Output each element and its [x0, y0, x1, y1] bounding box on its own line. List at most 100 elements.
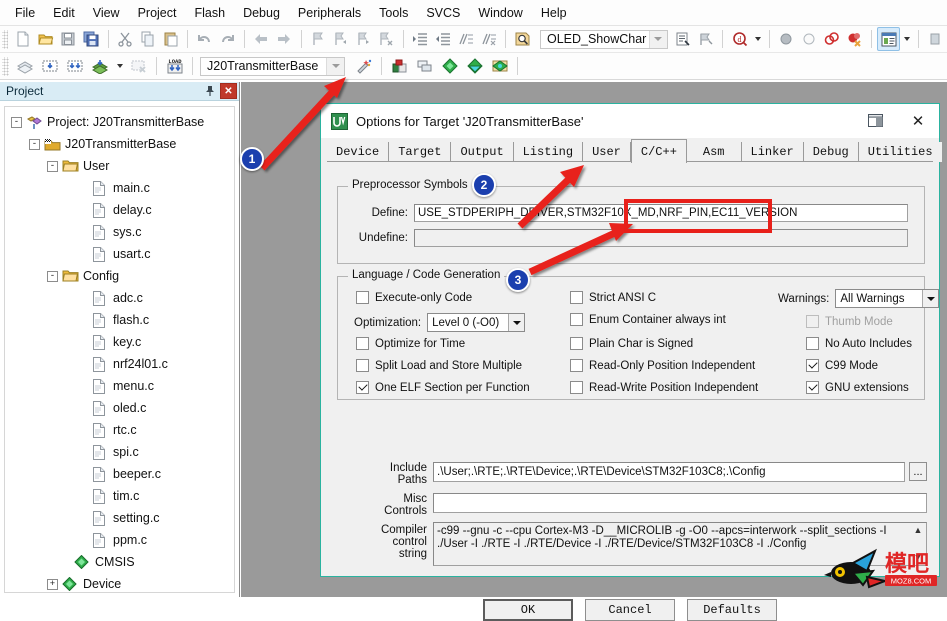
- batch-build-dropdown[interactable]: [112, 54, 126, 78]
- paste-button[interactable]: [159, 27, 182, 51]
- tab-listing[interactable]: Listing: [513, 142, 584, 162]
- cancel-button[interactable]: Cancel: [585, 599, 675, 621]
- open-file-button[interactable]: [34, 27, 57, 51]
- tree-node[interactable]: + Device: [5, 573, 234, 592]
- menu-item-tools[interactable]: Tools: [370, 3, 417, 23]
- checkbox-c99-mode[interactable]: C99 Mode: [806, 359, 878, 372]
- pin-icon[interactable]: [203, 84, 217, 98]
- manage-run-env-button[interactable]: [387, 54, 412, 78]
- menu-item-debug[interactable]: Debug: [234, 3, 289, 23]
- target-combo[interactable]: J20TransmitterBase: [200, 56, 345, 76]
- toolbar-grip[interactable]: [2, 56, 9, 76]
- multi-project-button[interactable]: [412, 54, 437, 78]
- toolbar-grip[interactable]: [2, 29, 9, 49]
- insert-bookmark-button[interactable]: [695, 27, 718, 51]
- load-button[interactable]: LOAD: [162, 54, 187, 78]
- navigate-forward-button[interactable]: [273, 27, 296, 51]
- tree-node[interactable]: delay.c: [5, 199, 234, 221]
- chevron-down-icon[interactable]: [508, 314, 525, 331]
- pack-installer-button[interactable]: [487, 54, 512, 78]
- target-combo-dropdown[interactable]: [326, 57, 344, 75]
- close-icon[interactable]: ✕: [220, 83, 237, 99]
- bookmark-next-button[interactable]: [352, 27, 375, 51]
- save-all-button[interactable]: [80, 27, 103, 51]
- tree-node[interactable]: nrf24l01.c: [5, 353, 234, 375]
- tree-node[interactable]: flash.c: [5, 309, 234, 331]
- tree-node[interactable]: rtc.c: [5, 419, 234, 441]
- breakpoint-button[interactable]: [775, 27, 798, 51]
- redo-button[interactable]: [216, 27, 239, 51]
- outdent-button[interactable]: [432, 27, 455, 51]
- expand-icon[interactable]: +: [47, 578, 58, 590]
- tree-node[interactable]: tim.c: [5, 485, 234, 507]
- collapse-icon[interactable]: -: [11, 116, 22, 128]
- menu-item-help[interactable]: Help: [532, 3, 576, 23]
- batch-build-button[interactable]: [87, 54, 112, 78]
- tab-target[interactable]: Target: [389, 142, 452, 162]
- menu-item-edit[interactable]: Edit: [44, 3, 84, 23]
- tree-node[interactable]: ppm.c: [5, 529, 234, 551]
- tree-node[interactable]: - J20TransmitterBase: [5, 133, 234, 155]
- new-file-button[interactable]: [11, 27, 34, 51]
- breakpoint-toggle-button[interactable]: [821, 27, 844, 51]
- navigate-back-button[interactable]: [250, 27, 273, 51]
- checkbox-gnu-extensions[interactable]: GNU extensions: [806, 381, 909, 394]
- build-button[interactable]: [37, 54, 62, 78]
- restore-button[interactable]: [855, 104, 897, 138]
- close-button[interactable]: ✕: [897, 104, 939, 138]
- tree-node[interactable]: adc.c: [5, 287, 234, 309]
- tree-node[interactable]: - User: [5, 155, 234, 177]
- collapse-icon[interactable]: -: [29, 138, 40, 150]
- misc-controls-input[interactable]: [433, 493, 927, 513]
- indent-button[interactable]: [409, 27, 432, 51]
- tree-node[interactable]: - Config: [5, 265, 234, 287]
- checkbox-enum-container-int[interactable]: Enum Container always int: [570, 313, 726, 326]
- configure-flash-tools-button[interactable]: [462, 54, 487, 78]
- tab-output[interactable]: Output: [451, 142, 514, 162]
- checkbox-plain-char-signed[interactable]: Plain Char is Signed: [570, 337, 693, 350]
- rebuild-button[interactable]: [62, 54, 87, 78]
- menu-item-flash[interactable]: Flash: [185, 3, 234, 23]
- tree-node[interactable]: - Project: J20TransmitterBase: [5, 111, 234, 133]
- warnings-dropdown[interactable]: All Warnings: [835, 289, 940, 308]
- tree-node[interactable]: CMSIS: [5, 551, 234, 573]
- checkbox-strict-ansi-c[interactable]: Strict ANSI C: [570, 291, 656, 304]
- breakpoint-disabled-button[interactable]: [798, 27, 821, 51]
- tree-node[interactable]: sys.c: [5, 221, 234, 243]
- checkbox-one-elf-section[interactable]: One ELF Section per Function: [356, 381, 530, 394]
- configure-flash-button[interactable]: [437, 54, 462, 78]
- cut-button[interactable]: [114, 27, 137, 51]
- checkbox-split-load-store[interactable]: Split Load and Store Multiple: [356, 359, 522, 372]
- comment-button[interactable]: [454, 27, 477, 51]
- start-debug-button[interactable]: d: [728, 27, 751, 51]
- optimization-dropdown[interactable]: Level 0 (-O0): [427, 313, 526, 332]
- breakpoint-kill-button[interactable]: [844, 27, 867, 51]
- menu-item-svcs[interactable]: SVCS: [417, 3, 469, 23]
- checkbox-no-auto-includes[interactable]: No Auto Includes: [806, 337, 912, 350]
- bookmark-toggle-button[interactable]: [306, 27, 329, 51]
- options-for-target-button[interactable]: [351, 54, 376, 78]
- checkbox-optimize-for-time[interactable]: Optimize for Time: [356, 337, 465, 350]
- include-paths-browse-button[interactable]: ...: [909, 462, 927, 481]
- tree-node[interactable]: beeper.c: [5, 463, 234, 485]
- debug-dropdown[interactable]: [751, 27, 764, 51]
- tree-node[interactable]: usart.c: [5, 243, 234, 265]
- collapse-icon[interactable]: -: [47, 160, 58, 172]
- tree-node[interactable]: oled.c: [5, 397, 234, 419]
- tab-linker[interactable]: Linker: [741, 142, 804, 162]
- include-paths-input[interactable]: .\User;.\RTE;.\RTE\Device;.\RTE\Device\S…: [433, 462, 905, 482]
- checkbox-execute-only-code[interactable]: Execute-only Code: [356, 291, 472, 304]
- translate-button[interactable]: [12, 54, 37, 78]
- stop-build-button[interactable]: [126, 54, 151, 78]
- menu-item-window[interactable]: Window: [469, 3, 531, 23]
- checkbox-read-only-position-independent[interactable]: Read-Only Position Independent: [570, 359, 755, 372]
- window-layout-dropdown[interactable]: [900, 27, 913, 51]
- find-next-button[interactable]: [672, 27, 695, 51]
- tree-node[interactable]: spi.c: [5, 441, 234, 463]
- menu-item-view[interactable]: View: [84, 3, 129, 23]
- menu-item-project[interactable]: Project: [129, 3, 186, 23]
- menu-item-file[interactable]: File: [6, 3, 44, 23]
- menu-item-peripherals[interactable]: Peripherals: [289, 3, 370, 23]
- tab-utilities[interactable]: Utilities: [858, 142, 943, 162]
- tab-debug[interactable]: Debug: [803, 142, 859, 162]
